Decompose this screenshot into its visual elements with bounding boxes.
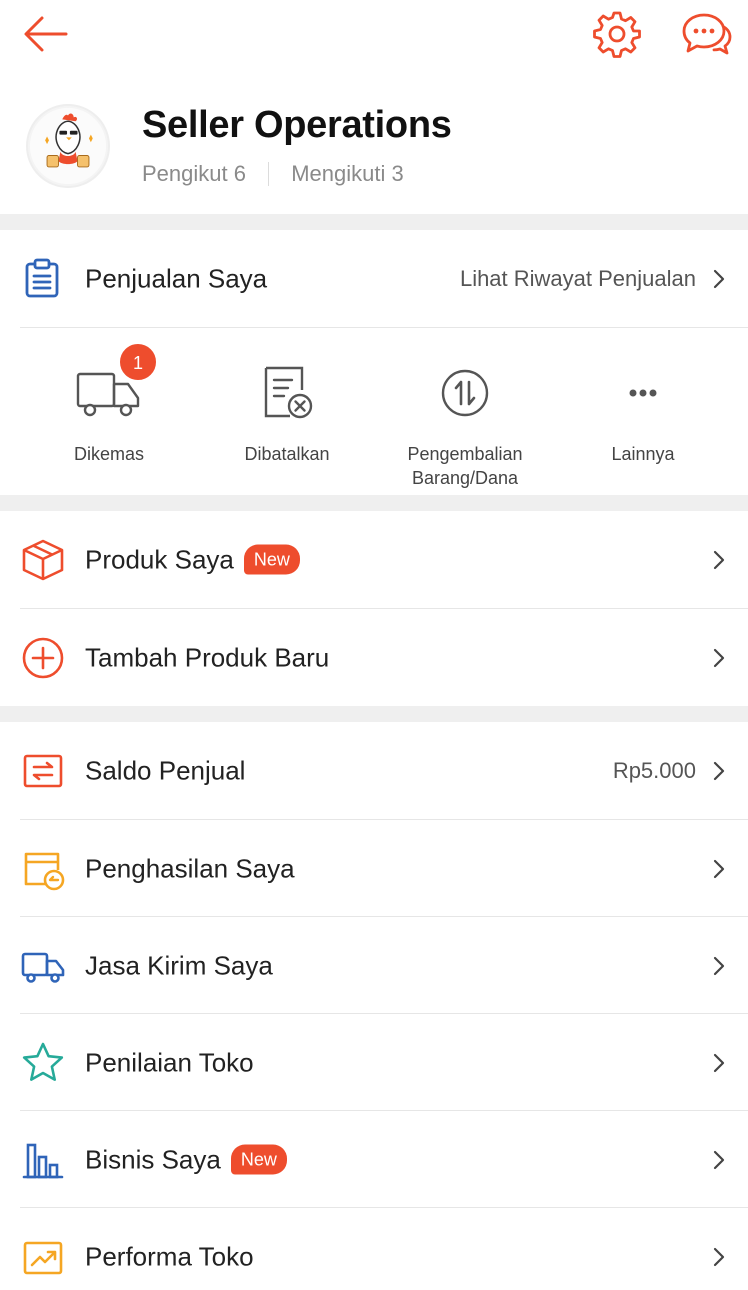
avatar[interactable] (26, 104, 110, 188)
shipping-service-label: Jasa Kirim Saya (85, 950, 273, 980)
my-business-row[interactable]: Bisnis Saya New (0, 1111, 748, 1208)
shop-rating-row[interactable]: Penilaian Toko (0, 1014, 748, 1111)
row-label-text: Bisnis Saya (85, 1144, 221, 1174)
add-product-label: Tambah Produk Baru (85, 642, 330, 672)
follow-stats: Pengikut 6 Mengikuti 3 (142, 160, 404, 187)
row-right (696, 858, 730, 880)
shop-performance-row[interactable]: Performa Toko (0, 1208, 748, 1290)
my-income-label: Penghasilan Saya (85, 853, 295, 883)
clipboard-icon (20, 256, 66, 302)
plus-circle-icon (20, 635, 66, 681)
row-right (696, 955, 730, 977)
shop-rating-label: Penilaian Toko (85, 1047, 254, 1077)
status-packing[interactable]: Dikemas (20, 328, 198, 495)
row-right (696, 1246, 730, 1268)
section-gap (0, 214, 748, 230)
my-products-label: Produk Saya New (85, 544, 300, 575)
arrow-left-icon[interactable] (22, 10, 70, 58)
seller-balance-label: Saldo Penjual (85, 755, 246, 785)
chevron-right-icon (713, 859, 725, 878)
chevron-right-icon (713, 1053, 725, 1072)
bar-chart-icon (20, 1137, 66, 1183)
chevron-right-icon (713, 1247, 725, 1266)
chevron-right-icon (713, 550, 725, 569)
my-sales-row[interactable]: Penjualan Saya Lihat Riwayat Penjualan (0, 230, 748, 327)
profile-header: Seller Operations Pengikut 6 Mengikuti 3 (0, 88, 748, 214)
add-product-row[interactable]: Tambah Produk Baru (0, 609, 748, 706)
balance-icon (20, 748, 66, 794)
shop-name: Seller Operations (142, 104, 452, 146)
row-right (696, 1052, 730, 1074)
chevron-right-icon (713, 269, 725, 288)
followers-count[interactable]: Pengikut 6 (142, 161, 246, 187)
top-bar (0, 0, 748, 72)
divider (268, 162, 270, 187)
truck-icon (20, 943, 66, 989)
chevron-right-icon (713, 956, 725, 975)
packing-count-badge: 1 (118, 342, 158, 382)
status-label: Dikemas (73, 444, 144, 464)
row-right (696, 549, 730, 571)
chevron-right-icon (713, 761, 725, 780)
my-sales-label: Penjualan Saya (85, 263, 268, 293)
new-badge: New (243, 544, 300, 575)
chevron-right-icon (713, 648, 725, 667)
return-arrows-icon (430, 358, 500, 428)
trend-chart-icon (20, 1234, 66, 1280)
chevron-right-icon (713, 1150, 725, 1169)
gear-icon[interactable] (592, 9, 642, 59)
sales-history-text: Lihat Riwayat Penjualan (459, 265, 696, 291)
row-right (696, 647, 730, 669)
status-more[interactable]: Lainnya (554, 328, 732, 495)
sales-history-link[interactable]: Lihat Riwayat Penjualan (460, 266, 730, 292)
balance-value: Rp5.000 (612, 757, 696, 783)
my-products-row[interactable]: Produk Saya New (0, 511, 748, 608)
status-label: Lainnya (611, 444, 675, 464)
row-right (696, 1149, 730, 1171)
my-business-label: Bisnis Saya New (85, 1144, 287, 1175)
box-icon (20, 537, 66, 583)
star-icon (20, 1040, 66, 1086)
shop-performance-label: Performa Toko (85, 1241, 254, 1271)
status-cancelled[interactable]: Dibatalkan (198, 328, 376, 495)
more-dots-icon (608, 358, 678, 428)
cancelled-doc-icon (252, 358, 322, 428)
section-gap (0, 706, 748, 722)
status-label: Pengembalian Barang/Dana (407, 444, 523, 488)
following-count[interactable]: Mengikuti 3 (291, 161, 404, 187)
chat-bubbles-icon[interactable] (680, 9, 732, 59)
shipping-service-row[interactable]: Jasa Kirim Saya (0, 917, 748, 1014)
row-right: Rp5.000 (613, 758, 730, 784)
status-label: Dibatalkan (244, 444, 330, 464)
status-returns[interactable]: Pengembalian Barang/Dana (376, 328, 554, 495)
income-icon (20, 846, 66, 892)
row-label-text: Produk Saya (85, 544, 234, 574)
seller-balance-row[interactable]: Saldo Penjual Rp5.000 (0, 722, 748, 819)
section-gap (0, 495, 748, 511)
order-status-grid: Dikemas Dibatalkan Pengembalian Barang/D… (0, 328, 748, 495)
my-income-row[interactable]: Penghasilan Saya (0, 820, 748, 917)
new-badge: New (230, 1144, 287, 1175)
